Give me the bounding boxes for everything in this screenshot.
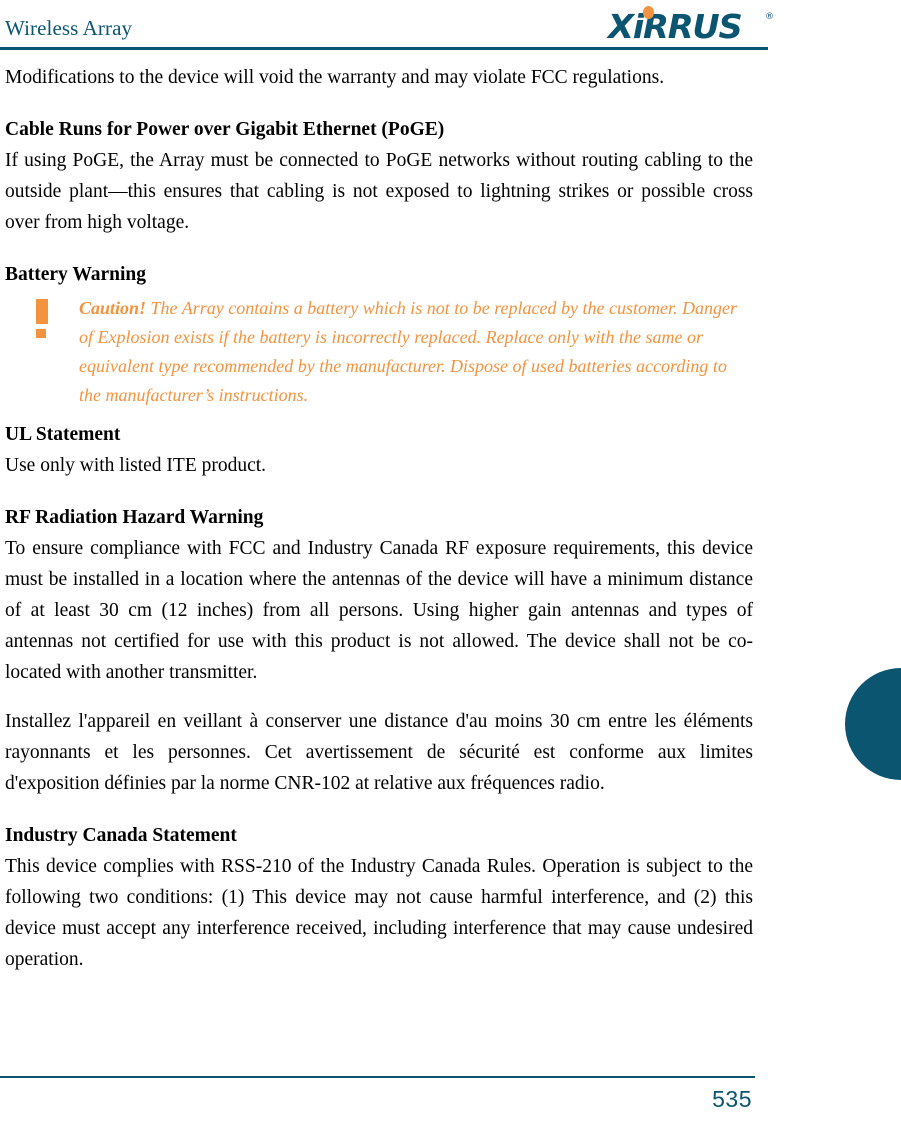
caution-lead-label: Caution!: [79, 298, 147, 318]
page-footer: 535: [0, 1076, 901, 1133]
page-number: 535: [712, 1086, 752, 1112]
caution-callout: Caution! The Array contains a battery wh…: [5, 294, 753, 410]
header-divider: [0, 47, 768, 50]
footer-divider: [0, 1076, 755, 1078]
intro-paragraph: Modifications to the device will void th…: [5, 67, 665, 88]
section-heading-rf-radiation: RF Radiation Hazard Warning: [5, 507, 264, 528]
section-paragraph-cable-runs: If using PoGE, the Array must be connect…: [5, 150, 753, 233]
xirrus-logo: XiRRUS ®: [608, 4, 774, 46]
exclamation-bar: [36, 299, 48, 324]
page-content: Modifications to the device will void th…: [5, 62, 753, 975]
xirrus-logo-wordmark: XiRRUS: [608, 7, 743, 46]
section-paragraph-rf-radiation: To ensure compliance with FCC and Indust…: [5, 538, 753, 683]
section-paragraph-rf-radiation-french: Installez l'appareil en veillant à conse…: [5, 711, 753, 794]
caution-text: Caution! The Array contains a battery wh…: [79, 294, 753, 410]
xirrus-logo-registered-mark: ®: [765, 12, 774, 22]
chapter-edge-tab: [845, 668, 901, 780]
xirrus-logo-dot-icon: [643, 6, 654, 19]
caution-body-text: The Array contains a battery which is no…: [79, 298, 737, 405]
section-heading-cable-runs: Cable Runs for Power over Gigabit Ethern…: [5, 119, 445, 140]
document-page: Wireless Array XiRRUS ® Modifications to…: [0, 0, 901, 1133]
section-heading-battery-warning: Battery Warning: [5, 264, 147, 285]
section-paragraph-industry-canada: This device complies with RSS-210 of the…: [5, 856, 753, 970]
exclamation-dot: [36, 329, 46, 338]
page-header-title: Wireless Array: [5, 16, 133, 40]
section-heading-ul-statement: UL Statement: [5, 424, 121, 445]
exclamation-warning-icon: [36, 299, 48, 338]
section-paragraph-ul-statement: Use only with listed ITE product.: [5, 455, 267, 476]
section-heading-industry-canada: Industry Canada Statement: [5, 825, 237, 846]
page-header: Wireless Array XiRRUS ®: [0, 0, 901, 52]
